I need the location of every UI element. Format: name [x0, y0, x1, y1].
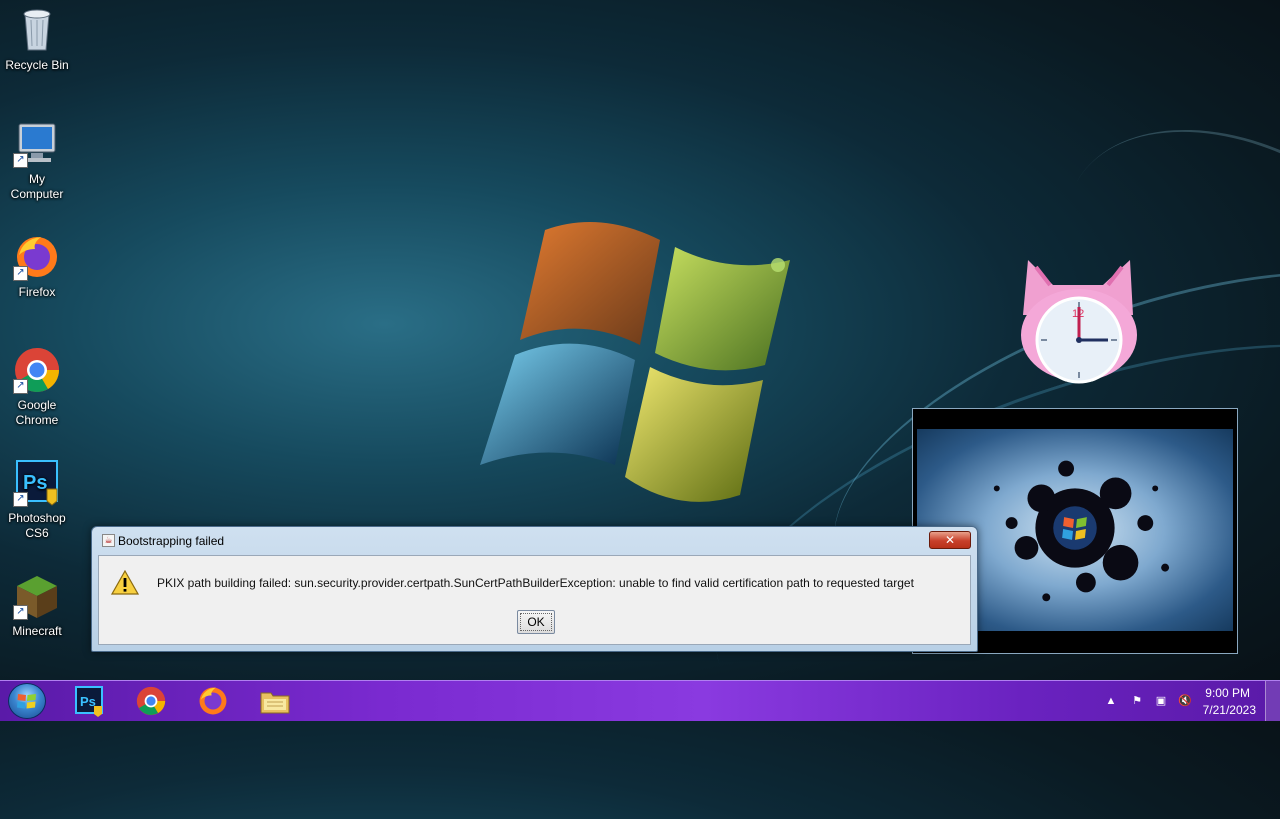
- taskbar-photoshop[interactable]: Ps: [72, 684, 106, 718]
- desktop-icon-label: Google Chrome: [15, 398, 59, 427]
- system-tray: ▲ ⚑ ▣ 🔇 9:00 PM 7/21/2023: [1090, 681, 1280, 721]
- shortcut-arrow-icon: ↗: [13, 266, 28, 281]
- taskbar-clock-date[interactable]: 7/21/2023: [1203, 703, 1256, 717]
- shortcut-arrow-icon: ↗: [13, 153, 28, 168]
- taskbar-file-explorer[interactable]: [258, 684, 292, 718]
- desktop-icon-my-computer[interactable]: ↗ My Computer: [2, 120, 72, 202]
- taskbar-firefox[interactable]: [196, 684, 230, 718]
- desktop-icon-photoshop[interactable]: Ps ↗ Photoshop CS6: [2, 459, 72, 541]
- warning-icon: [111, 570, 139, 595]
- photoshop-glyph: Ps: [23, 472, 47, 494]
- desktop-icon-google-chrome[interactable]: ↗ Google Chrome: [2, 346, 72, 428]
- minecraft-icon: ↗: [13, 572, 61, 620]
- recycle-bin-icon: [13, 6, 61, 54]
- shortcut-arrow-icon: ↗: [13, 492, 28, 507]
- close-button[interactable]: ✕: [929, 531, 971, 549]
- dialog-title: Bootstrapping failed: [118, 534, 225, 548]
- desktop-icon-minecraft[interactable]: ↗ Minecraft: [2, 572, 72, 639]
- chrome-icon: ↗: [13, 346, 61, 394]
- computer-icon: ↗: [13, 120, 61, 168]
- photoshop-glyph: Ps: [80, 694, 96, 709]
- desktop-icon-label: Photoshop CS6: [8, 511, 66, 540]
- taskbar-clock-time[interactable]: 9:00 PM: [1205, 686, 1250, 700]
- windows-logo: [480, 222, 790, 502]
- photoshop-icon: Ps: [75, 686, 103, 717]
- network-icon[interactable]: ▣: [1154, 694, 1168, 708]
- desktop-icon-recycle-bin[interactable]: Recycle Bin: [2, 6, 72, 73]
- chrome-icon: [136, 686, 166, 716]
- start-button[interactable]: [8, 683, 46, 719]
- desktop-icon-firefox[interactable]: ↗ Firefox: [2, 233, 72, 300]
- error-dialog: ☕ Bootstrapping failed ✕ PKIX path build…: [91, 526, 978, 652]
- file-explorer-icon: [260, 692, 290, 714]
- java-icon: ☕: [102, 534, 115, 547]
- dialog-titlebar[interactable]: ☕ Bootstrapping failed ✕: [98, 531, 971, 551]
- firefox-icon: ↗: [13, 233, 61, 281]
- desktop-icon-label: My Computer: [10, 172, 64, 201]
- windows-flag-icon: [17, 694, 36, 709]
- photoshop-icon: Ps ↗: [13, 459, 61, 507]
- ok-button[interactable]: OK: [517, 610, 555, 634]
- shortcut-arrow-icon: ↗: [13, 379, 28, 394]
- clock-gadget[interactable]: 12: [1018, 255, 1140, 385]
- firefox-icon: [199, 687, 227, 715]
- desktop-icon-label: Firefox: [18, 285, 56, 299]
- shortcut-arrow-icon: ↗: [13, 605, 28, 620]
- dialog-body: PKIX path building failed: sun.security.…: [98, 555, 971, 645]
- action-center-icon[interactable]: ⚑: [1130, 694, 1144, 708]
- taskbar: Ps ▲ ⚑ ▣ 🔇 9:00 PM 7/21/2023: [0, 680, 1280, 721]
- error-message: PKIX path building failed: sun.security.…: [157, 576, 914, 590]
- show-desktop-button[interactable]: [1265, 681, 1280, 721]
- desktop-icon-label: Recycle Bin: [5, 58, 69, 72]
- show-hidden-icons-chevron-icon[interactable]: ▲: [1104, 694, 1118, 708]
- taskbar-chrome[interactable]: [134, 684, 168, 718]
- desktop-icon-label: Minecraft: [12, 624, 62, 638]
- volume-muted-icon[interactable]: 🔇: [1178, 694, 1192, 708]
